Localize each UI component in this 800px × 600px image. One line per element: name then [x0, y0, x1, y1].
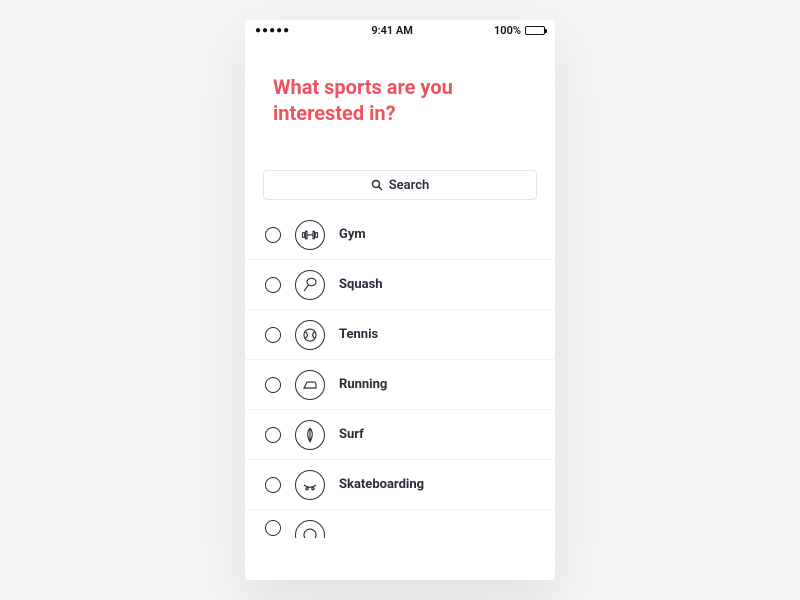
radio-icon[interactable] [265, 377, 281, 393]
battery-percent: 100% [494, 24, 521, 37]
list-item-label: Skateboarding [339, 477, 424, 492]
list-item-label: Squash [339, 277, 383, 292]
signal-dots-icon: ●●●●● [255, 25, 290, 36]
list-item-label: Surf [339, 427, 364, 442]
tennis-icon [295, 320, 325, 350]
running-icon [295, 370, 325, 400]
search-input[interactable]: Search [263, 170, 537, 200]
list-item-tennis[interactable]: Tennis [245, 310, 555, 360]
list-item-running[interactable]: Running [245, 360, 555, 410]
radio-icon[interactable] [265, 227, 281, 243]
page-title: What sports are you interested in? [273, 74, 527, 126]
list-item-partial[interactable] [245, 510, 555, 538]
list-item-label: Running [339, 377, 387, 392]
battery-icon [525, 26, 545, 35]
radio-icon[interactable] [265, 277, 281, 293]
skateboarding-icon [295, 470, 325, 500]
radio-icon[interactable] [265, 427, 281, 443]
status-time: 9:41 AM [371, 24, 413, 37]
radio-icon[interactable] [265, 520, 281, 536]
squash-icon [295, 270, 325, 300]
radio-icon[interactable] [265, 327, 281, 343]
list-item-squash[interactable]: Squash [245, 260, 555, 310]
status-bar: ●●●●● 9:41 AM 100% [245, 20, 555, 40]
search-placeholder: Search [389, 178, 430, 193]
list-item-label: Gym [339, 227, 366, 242]
list-item-surf[interactable]: Surf [245, 410, 555, 460]
search-icon [371, 179, 383, 191]
radio-icon[interactable] [265, 477, 281, 493]
list-item-gym[interactable]: Gym [245, 210, 555, 260]
gym-icon [295, 220, 325, 250]
phone-frame: ●●●●● 9:41 AM 100% What sports are you i… [245, 20, 555, 580]
sport-icon [295, 520, 325, 538]
list-item-label: Tennis [339, 327, 378, 342]
list-item-skateboarding[interactable]: Skateboarding [245, 460, 555, 510]
sports-list: Gym Squash Tennis Running [245, 210, 555, 538]
page-header: What sports are you interested in? [245, 40, 555, 170]
surf-icon [295, 420, 325, 450]
